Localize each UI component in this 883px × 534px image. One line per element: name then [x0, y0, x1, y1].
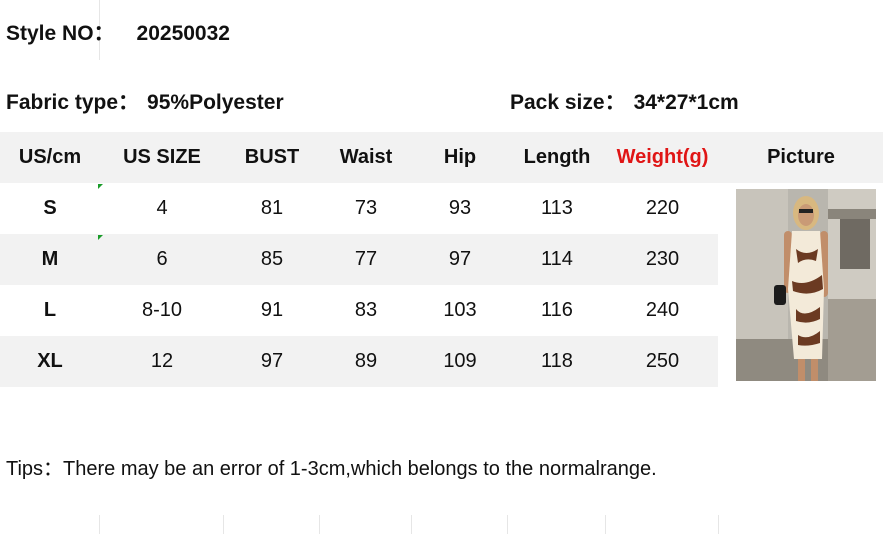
col-header-us-size: US SIZE	[123, 146, 201, 168]
row-m-hip: 97	[448, 248, 472, 270]
cell-comment-marker	[98, 235, 103, 240]
grid-line	[411, 515, 412, 534]
row-m-us-size: 6	[156, 248, 168, 270]
row-xl-waist: 89	[354, 350, 378, 372]
row-s-length: 113	[541, 197, 573, 219]
grid-line	[507, 515, 508, 534]
grid-line	[223, 515, 224, 534]
fabric-type-label: Fabric type：	[6, 91, 140, 114]
tips-note: Tips：There may be an error of 1-3cm,whic…	[6, 458, 657, 480]
pack-size-value: 34*27*1cm	[633, 91, 739, 114]
col-header-weight: Weight(g)	[616, 146, 709, 168]
row-xl-hip: 109	[443, 350, 477, 372]
row-xl-bust: 97	[260, 350, 284, 372]
row-s-waist: 73	[354, 197, 378, 219]
row-s-us-size: 4	[156, 197, 168, 219]
grid-line	[99, 515, 100, 534]
grid-line	[605, 515, 606, 534]
row-s-size: S	[43, 197, 57, 219]
style-number-value: 20250032	[136, 22, 230, 45]
row-l-length: 116	[541, 299, 573, 321]
row-l-hip: 103	[443, 299, 477, 321]
row-l-waist: 83	[354, 299, 378, 321]
row-l-size: L	[43, 299, 57, 321]
col-header-waist: Waist	[339, 146, 393, 168]
row-xl-length: 118	[541, 350, 573, 372]
row-l-us-size: 8-10	[141, 299, 183, 321]
row-m-bust: 85	[260, 248, 284, 270]
fabric-type: Fabric type： 95%Polyester	[6, 86, 284, 116]
row-s-weight: 220	[645, 197, 680, 219]
row-m-size: M	[41, 248, 59, 270]
fabric-type-value: 95%Polyester	[147, 91, 284, 114]
col-header-length: Length	[523, 146, 591, 168]
col-header-hip: Hip	[443, 146, 477, 168]
pack-size-label: Pack size：	[510, 91, 626, 114]
row-xl-us-size: 12	[150, 350, 174, 372]
row-m-length: 114	[541, 248, 573, 270]
dress-photo-illustration	[736, 189, 876, 381]
row-xl-size: XL	[37, 350, 63, 372]
row-m-weight: 230	[645, 248, 680, 270]
row-l-weight: 240	[645, 299, 680, 321]
style-number: Style NO： 20250032	[6, 17, 230, 47]
product-photo	[736, 189, 876, 381]
col-header-picture: Picture	[767, 146, 835, 168]
row-l-bust: 91	[260, 299, 284, 321]
pack-size: Pack size： 34*27*1cm	[510, 86, 739, 116]
cell-comment-marker	[98, 184, 103, 189]
row-s-bust: 81	[260, 197, 284, 219]
row-xl-weight: 250	[645, 350, 680, 372]
col-header-bust: BUST	[244, 146, 300, 168]
row-m-waist: 77	[354, 248, 378, 270]
row-s-hip: 93	[448, 197, 472, 219]
col-header-us-cm: US/cm	[18, 146, 82, 168]
style-number-label: Style NO：	[6, 22, 115, 45]
grid-line	[718, 515, 719, 534]
grid-line	[319, 515, 320, 534]
